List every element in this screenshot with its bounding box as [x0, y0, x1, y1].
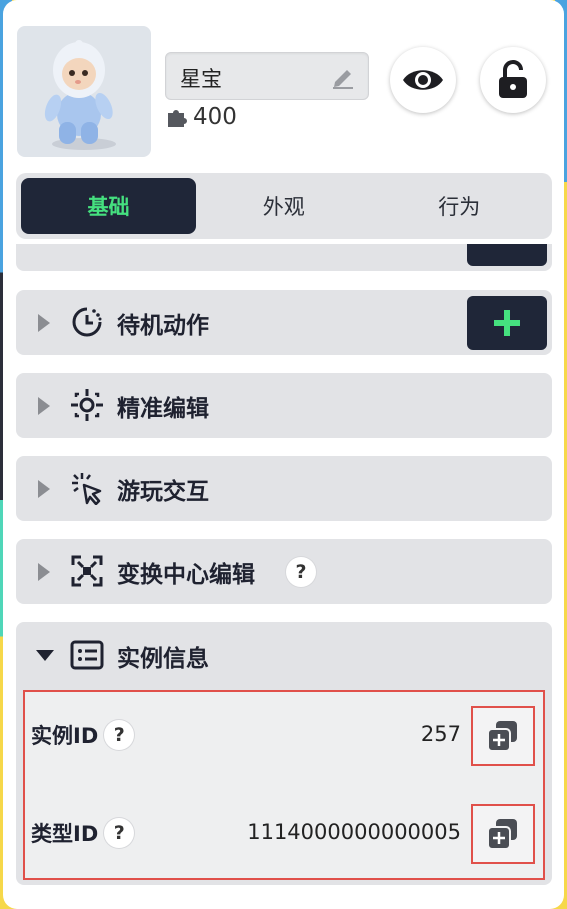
puzzle-piece-icon [168, 110, 187, 127]
section-label: 实例信息 [117, 646, 209, 672]
collapse-arrow-icon[interactable] [36, 650, 54, 661]
cost-value: 400 [193, 104, 237, 130]
eye-icon [403, 70, 443, 90]
clock-dots-icon [72, 307, 102, 337]
tab-bar: 基础 外观 行为 [16, 173, 552, 239]
click-pointer-icon [72, 473, 102, 505]
id-card-icon [70, 640, 104, 670]
expand-arrow-icon[interactable] [38, 563, 50, 581]
visibility-toggle-button[interactable] [390, 47, 456, 113]
instance-info-body: 实例ID ? 257 类型ID ? 1114000000000005 [23, 690, 545, 880]
partial-add-button[interactable] [467, 244, 547, 266]
expand-arrow-icon[interactable] [38, 314, 50, 332]
section-instance-info: 实例信息 实例ID ? 257 类型ID ? 1114000000000005 [16, 622, 552, 885]
section-label: 待机动作 [117, 313, 209, 339]
copy-add-icon [487, 721, 517, 752]
expand-arrow-icon[interactable] [38, 397, 50, 415]
section-label: 精准编辑 [117, 396, 209, 422]
section-transform-center[interactable]: 变换中心编辑 ? [16, 539, 552, 604]
tab-appearance[interactable]: 外观 [196, 178, 372, 234]
type-id-label: 类型ID [31, 822, 99, 846]
add-idle-action-button[interactable] [467, 296, 547, 350]
help-icon[interactable]: ? [286, 557, 316, 587]
character-name: 星宝 [180, 67, 222, 91]
properties-panel: 星宝 400 基础 外观 行为 待机动作 精准编辑 游玩交互 变换中心编辑 ? … [3, 0, 564, 909]
copy-add-icon [487, 819, 517, 850]
section-label: 游玩交互 [117, 479, 209, 505]
help-icon[interactable]: ? [104, 720, 135, 750]
section-label: 变换中心编辑 [117, 562, 255, 588]
section-list[interactable]: 待机动作 精准编辑 游玩交互 变换中心编辑 ? 实例信息 实例ID ? 257 … [16, 244, 552, 909]
section-precise-edit[interactable]: 精准编辑 [16, 373, 552, 438]
section-play-interaction[interactable]: 游玩交互 [16, 456, 552, 521]
copy-type-id-button[interactable] [471, 804, 535, 864]
section-idle-action[interactable]: 待机动作 [16, 290, 552, 355]
plus-icon [494, 310, 520, 336]
info-row-type-id: 类型ID ? 1114000000000005 [25, 796, 543, 866]
tab-behavior[interactable]: 行为 [372, 178, 548, 234]
instance-id-value: 257 [420, 722, 461, 746]
unlock-icon [499, 60, 527, 98]
tab-basic[interactable]: 基础 [21, 178, 196, 234]
cost-display: 400 [165, 104, 237, 130]
section-partial-hidden[interactable] [16, 244, 552, 271]
expand-arrow-icon[interactable] [38, 480, 50, 498]
section-header[interactable]: 实例信息 [16, 622, 552, 688]
copy-instance-id-button[interactable] [471, 706, 535, 766]
center-target-icon [71, 555, 103, 587]
character-figure-icon [44, 40, 116, 150]
lock-toggle-button[interactable] [480, 47, 546, 113]
info-row-instance-id: 实例ID ? 257 [25, 698, 543, 768]
row-label: 类型ID ? [31, 818, 135, 848]
instance-id-label: 实例ID [31, 724, 99, 748]
crosshair-icon [71, 389, 103, 421]
help-icon[interactable]: ? [104, 818, 135, 848]
pencil-icon[interactable] [330, 65, 356, 89]
character-avatar[interactable] [17, 26, 151, 157]
name-input[interactable]: 星宝 [165, 52, 369, 100]
row-label: 实例ID ? [31, 720, 135, 750]
type-id-value: 1114000000000005 [247, 820, 461, 844]
